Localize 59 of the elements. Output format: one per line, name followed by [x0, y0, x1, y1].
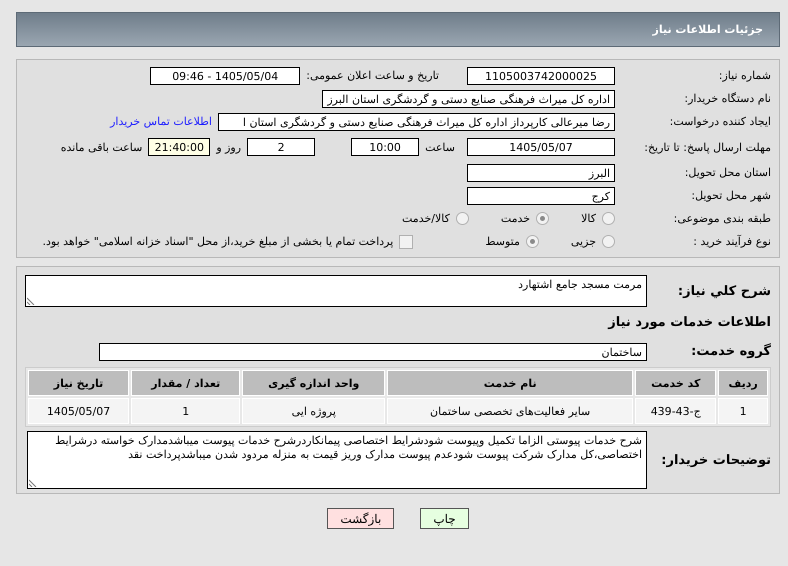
contact-link[interactable]: اطلاعات تماس خریدار — [110, 115, 212, 128]
field-label: روز و — [216, 140, 242, 154]
column-header: تعداد / مقدار — [131, 370, 240, 396]
table-cell: ج-43-439 — [635, 398, 716, 424]
table-cell: 1405/05/07 — [28, 398, 130, 424]
table-cell: 1 — [131, 398, 240, 424]
radio-label: جزیی — [570, 235, 596, 248]
resize-grip-icon[interactable] — [29, 479, 37, 487]
text-area[interactable]: مرمت مسجد جامع اشتهارد — [25, 275, 647, 307]
input-field[interactable]: 1105003742000025 — [467, 66, 615, 84]
countdown-field: 21:40:00 — [148, 138, 210, 156]
radio-button[interactable] — [602, 235, 615, 248]
field-label: توضیحات خریدار: — [660, 452, 771, 468]
field-label: شهر محل تحویل: — [690, 189, 771, 202]
text-area[interactable]: شرح خدمات پیوستی الزاما تکمیل وپیوست شودشرایط اختصاصی پیمانکاردرشرح خدمات پیوست میباشدمدارک خواسته درشرایط اختصاصی،کل مدارک شرکت پیوست شودعدم پیوست مدارک وریز قیمت به منزله مردود شدن میباشدپرداخت نقد — [27, 431, 647, 489]
days-field: 2 — [247, 138, 316, 156]
radio-button[interactable] — [456, 212, 469, 225]
column-header: واحد اندازه گیری — [242, 370, 386, 396]
radio-button[interactable] — [526, 235, 539, 248]
table-cell: پروژه ایی — [242, 398, 386, 424]
back-button[interactable]: بازگشت — [327, 508, 394, 529]
column-header: تاریخ نیاز — [28, 370, 130, 396]
checkbox[interactable] — [399, 234, 414, 248]
column-header: کد خدمت — [635, 370, 716, 396]
column-header: نام خدمت — [387, 370, 634, 396]
input-field[interactable]: کرج — [467, 186, 615, 204]
checkbox-label: پرداخت تمام یا بخشی از مبلغ خرید،از محل "اسناد خزانه اسلامی" خواهد بود. — [42, 235, 394, 248]
field-label: نام دستگاه خریدار: — [683, 92, 771, 105]
field-label: ساعت — [425, 140, 455, 154]
radio-label: متوسط — [485, 235, 520, 248]
field-label: ساعت باقی مانده — [60, 140, 142, 154]
input-field[interactable]: ساختمان — [99, 342, 647, 360]
field-label: نوع فرآیند خرید : — [692, 235, 771, 248]
resize-grip-icon[interactable] — [27, 297, 35, 305]
field-label: طبقه بندی موضوعی: — [672, 212, 771, 225]
section-title: اطلاعات خدمات مورد نیاز — [608, 315, 771, 330]
field-label: ایجاد کننده درخواست: — [668, 115, 771, 128]
field-label: استان محل تحویل: — [684, 166, 771, 179]
input-field[interactable]: رضا میرعالی کارپرداز اداره کل میراث فرهنگی صنایع دستی و گردشگری استان ا — [218, 112, 615, 130]
date-field[interactable]: 1405/05/07 — [467, 138, 615, 156]
radio-button[interactable] — [536, 212, 550, 225]
table-cell: 1 — [718, 398, 768, 424]
field-label: شرح کلي نياز: — [676, 284, 771, 298]
radio-button[interactable] — [602, 212, 615, 225]
time-field[interactable]: 10:00 — [351, 138, 420, 156]
radio-label: کالا/خدمت — [402, 212, 450, 225]
input-field[interactable]: اداره کل میراث فرهنگی صنایع دستی و گردشگری استان البرز — [322, 90, 615, 108]
field-label: تاریخ و ساعت اعلان عمومی: — [306, 69, 439, 82]
field-label: شماره نیاز: — [718, 69, 771, 82]
column-header: ردیف — [718, 370, 768, 396]
input-field[interactable]: البرز — [467, 164, 615, 182]
table-cell: سایر فعالیت‌های تخصصی ساختمان — [387, 398, 634, 424]
field-label: گروه خدمت: — [690, 344, 771, 359]
input-field[interactable]: 1405/05/04 - 09:46 — [150, 66, 300, 84]
field-label: مهلت ارسال پاسخ: تا تاریخ: — [643, 140, 771, 154]
print-button[interactable]: چاپ — [420, 508, 469, 529]
page-header: جزئیات اطلاعات نیاز — [16, 12, 780, 47]
radio-label: کالا — [581, 212, 596, 225]
radio-label: خدمت — [500, 212, 530, 225]
